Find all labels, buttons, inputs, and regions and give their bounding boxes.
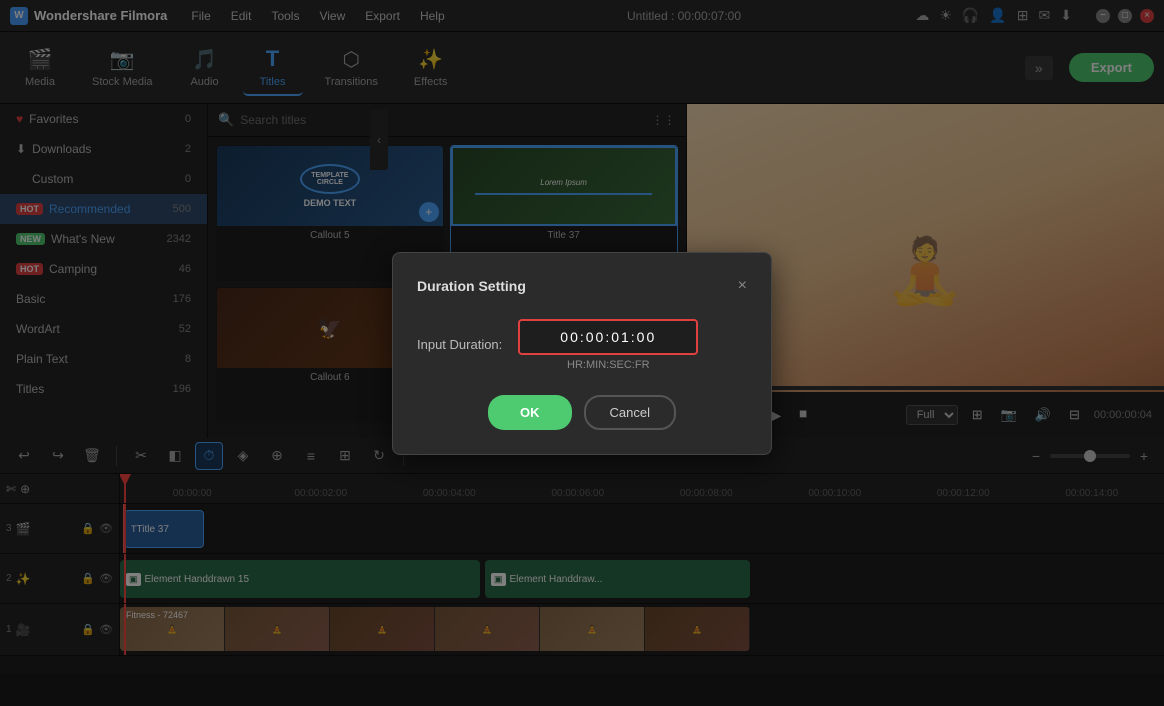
modal-body: Input Duration: HR:MIN:SEC:FR [417,319,747,371]
cancel-button[interactable]: Cancel [584,395,676,430]
modal-title: Duration Setting [417,278,526,294]
duration-input[interactable] [518,319,698,355]
duration-label: Input Duration: [417,337,502,352]
modal-header: Duration Setting × [417,277,747,295]
duration-hint: HR:MIN:SEC:FR [567,359,650,371]
modal-close-button[interactable]: × [738,277,747,295]
modal-footer: OK Cancel [417,395,747,430]
duration-modal: Duration Setting × Input Duration: HR:MI… [392,252,772,455]
input-container: HR:MIN:SEC:FR [518,319,698,371]
modal-overlay[interactable]: Duration Setting × Input Duration: HR:MI… [0,0,1164,706]
ok-button[interactable]: OK [488,395,572,430]
